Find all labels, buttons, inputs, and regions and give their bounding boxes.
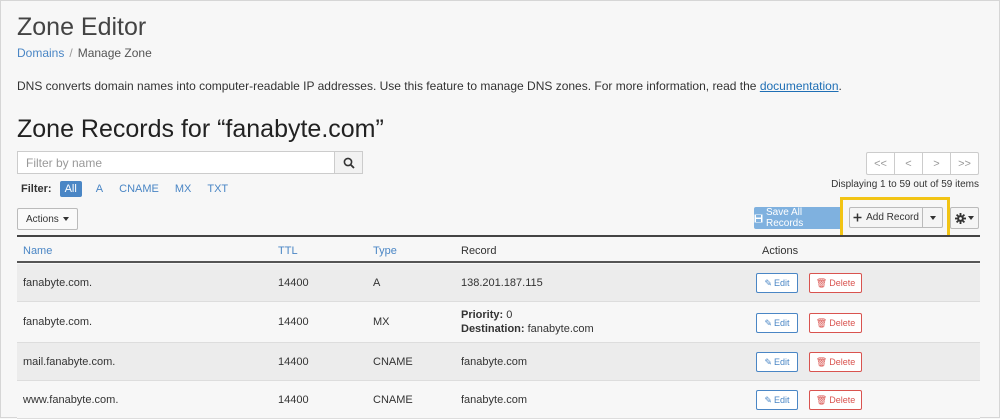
chevron-down-icon [929,215,936,220]
record-priority: Priority: 0 [461,309,512,321]
delete-label: Delete [829,357,856,367]
record-ttl: 14400 [278,277,309,289]
save-all-label: Save All Records [765,207,804,229]
search-button[interactable] [334,151,363,174]
description-end: . [838,79,842,93]
record-type: CNAME [373,394,413,406]
pencil-icon: ✎ [764,277,773,288]
prev-page-button[interactable]: < [894,152,923,175]
record-ttl: 14400 [278,316,309,328]
chevron-down-icon [62,217,69,221]
save-all-records-button[interactable]: Save All Records [754,207,842,229]
record-type: A [373,277,381,289]
edit-label: Edit [774,318,790,328]
breadcrumb: Domains / Manage Zone [17,46,152,60]
pencil-icon: ✎ [764,356,773,367]
table-row: mail.fanabyte.com. 14400 CNAME fanabyte.… [17,343,980,381]
first-page-button[interactable]: << [866,152,895,175]
column-header-record: Record [461,245,497,257]
column-header-actions: Actions [762,245,799,257]
table-row: fanabyte.com. 14400 MX Priority: 0 Desti… [17,302,980,343]
delete-button[interactable]: 🗑 Delete [809,273,862,293]
search-input[interactable]: Filter by name [17,151,335,174]
edit-label: Edit [774,395,790,405]
next-page-button[interactable]: > [922,152,951,175]
column-header-type[interactable]: Type [373,245,397,257]
pagination-status: Displaying 1 to 59 out of 59 items [831,179,979,190]
actions-dropdown[interactable]: Actions [17,208,78,230]
delete-button[interactable]: 🗑 Delete [809,313,862,333]
table-row: fanabyte.com. 14400 A 138.201.187.115 ✎ E… [17,264,980,302]
filter-cname[interactable]: CNAME [119,183,159,195]
table-row: www.fanabyte.com. 14400 CNAME fanabyte.c… [17,381,980,419]
page-title: Zone Editor [17,13,147,41]
priority-label: Priority: [461,309,504,321]
settings-dropdown[interactable] [950,207,979,229]
delete-label: Delete [829,318,856,328]
edit-button[interactable]: ✎ Edit [756,273,798,293]
filter-a[interactable]: A [96,183,103,195]
description-text: DNS converts domain names into computer-… [17,79,760,93]
record-type: MX [373,316,390,328]
pencil-icon: ✎ [764,394,773,405]
record-value: 138.201.187.115 [461,277,543,289]
breadcrumb-current: Manage Zone [77,46,152,60]
add-record-dropdown-toggle[interactable] [923,207,943,228]
search-icon [343,157,355,169]
record-name: www.fanabyte.com. [23,394,119,406]
delete-button[interactable]: 🗑 Delete [809,352,862,372]
record-destination: Destination: fanabyte.com [461,323,594,335]
filter-mx[interactable]: MX [175,183,192,195]
record-name: mail.fanabyte.com. [23,356,116,368]
add-record-label: Add Record [866,212,919,223]
pagination: << < > >> [866,152,979,175]
delete-label: Delete [829,395,856,405]
documentation-link[interactable]: documentation [760,79,839,93]
gear-icon [955,212,966,224]
actions-label: Actions [26,213,59,225]
edit-button[interactable]: ✎ Edit [756,352,798,372]
edit-button[interactable]: ✎ Edit [756,390,798,410]
breadcrumb-separator: / [69,46,73,60]
add-record-group: Add Record [849,207,943,228]
destination-value: fanabyte.com [527,323,594,335]
chevron-down-icon [968,216,974,220]
column-header-name[interactable]: Name [23,245,52,257]
priority-value: 0 [506,309,513,321]
trash-icon: 🗑 [815,317,828,328]
pencil-icon: ✎ [764,317,773,328]
edit-button[interactable]: ✎ Edit [756,313,798,333]
plus-icon [853,213,862,222]
table-header: Name TTL Type Record Actions [17,235,980,263]
record-value: fanabyte.com [461,394,528,406]
page-description: DNS converts domain names into computer-… [17,79,842,93]
save-icon [754,214,763,222]
trash-icon: 🗑 [815,356,828,367]
filter-all[interactable]: All [59,181,82,197]
filter-bar: Filter: All A CNAME MX TXT [21,181,244,197]
filter-txt[interactable]: TXT [207,183,228,195]
record-type: CNAME [373,356,413,368]
trash-icon: 🗑 [815,277,828,288]
edit-label: Edit [774,357,790,367]
breadcrumb-domains-link[interactable]: Domains [17,46,64,60]
destination-label: Destination: [461,323,525,335]
section-title: Zone Records for “fanabyte.com” [17,115,384,143]
record-name: fanabyte.com. [23,316,93,328]
record-value: fanabyte.com [461,356,528,368]
record-ttl: 14400 [278,394,309,406]
edit-label: Edit [774,278,790,288]
filter-label: Filter: [21,183,52,195]
column-header-ttl[interactable]: TTL [278,245,298,257]
record-name: fanabyte.com. [23,277,93,289]
last-page-button[interactable]: >> [950,152,979,175]
trash-icon: 🗑 [815,394,828,405]
add-record-button[interactable]: Add Record [849,207,923,228]
delete-button[interactable]: 🗑 Delete [809,390,862,410]
delete-label: Delete [829,278,856,288]
record-ttl: 14400 [278,356,309,368]
